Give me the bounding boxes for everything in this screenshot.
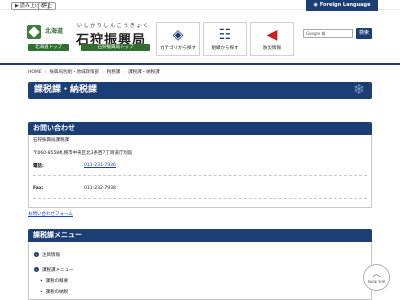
breadcrumb-separator: ›: [101, 70, 104, 75]
bullet-dot-icon: •: [40, 279, 43, 284]
speaker-icon: ▶: [15, 3, 19, 9]
fax-number: 011-232-7938: [84, 186, 116, 191]
nav-disaster-label: 防災情報: [263, 46, 281, 51]
org-chart-icon: ☷: [218, 27, 232, 43]
snowflake-icon: ❄: [353, 82, 365, 98]
office-name-ruby: いしかりしんこうきょく: [77, 23, 150, 29]
breadcrumb-separator: ›: [123, 70, 126, 75]
nav-organization-search[interactable]: ☷ 組織から探す: [203, 22, 247, 56]
menu-item-label: 課税課メニュー: [42, 268, 74, 273]
globe-icon: ◉: [313, 2, 318, 8]
menu-item-notice[interactable]: › 注目情報: [34, 252, 60, 258]
inquiry-form-link[interactable]: お問い合わせフォーム: [28, 211, 73, 217]
chevron-up-icon: ︿: [372, 269, 381, 278]
bullet-dot-icon: •: [40, 290, 43, 295]
menu-subitem-label: 課税の概要: [45, 279, 69, 284]
stop-label: 停止: [42, 3, 53, 9]
nav-category-label: カテゴリから探す: [160, 46, 196, 51]
chevron-right-icon: ›: [34, 252, 39, 257]
hokkaido-top-button[interactable]: 北海道トップ: [28, 44, 69, 51]
foreign-language-label: Foreign Language: [319, 2, 371, 8]
menu-item-tax-menu[interactable]: › 課税課メニュー: [34, 267, 74, 273]
fax-label: Fax:: [33, 186, 44, 191]
nav-category-search[interactable]: ◈ カテゴリから探す: [156, 22, 200, 56]
megaphone-icon: ◀: [266, 27, 278, 43]
breadcrumb-separator: ›: [44, 70, 47, 75]
divider: [33, 175, 367, 176]
search-input[interactable]: Google 検: [303, 29, 353, 38]
contact-org: 石狩振興局課税課: [33, 138, 69, 143]
chevron-right-icon: ›: [34, 267, 39, 272]
contact-heading: お問い合わせ: [28, 122, 372, 135]
hokkaido-crest-icon: [27, 25, 41, 39]
office-top-button[interactable]: 石狩振興局トップ: [81, 44, 150, 51]
breadcrumb-home[interactable]: HOME: [28, 70, 42, 75]
menu-subitem-label: 課税の納税: [45, 290, 69, 295]
menu-subitem-overview[interactable]: • 課税の概要: [40, 278, 68, 284]
page-title: 課税課・納税課: [34, 85, 98, 95]
prefecture-name: 北海道: [45, 28, 64, 35]
breadcrumb-current: 課税課・納税課: [128, 70, 160, 75]
contact-address: 〒060-8558札幌市中央区北3条西7丁目道庁別館: [33, 151, 133, 156]
divider: [33, 198, 367, 199]
nav-disaster-info[interactable]: ◀ 防災情報: [250, 22, 294, 56]
tag-icon: ◈: [172, 27, 184, 43]
breadcrumb-item[interactable]: 税務課: [107, 70, 121, 75]
search-button[interactable]: 検索: [356, 28, 372, 39]
tel-link[interactable]: 011-231-7936: [84, 163, 116, 168]
page-title-bar: 課税課・納税課 ❄: [28, 82, 372, 99]
menu-subitem-payment[interactable]: • 課税の納税: [40, 289, 68, 295]
page-top-button[interactable]: ︿ PAGE TOP: [363, 264, 390, 291]
menu-item-label: 注目情報: [42, 253, 60, 258]
menu-panel: › 注目情報 › 課税課メニュー • 課税の概要 • 課税の納税: [28, 242, 372, 300]
nav-organization-label: 組織から探す: [211, 46, 239, 51]
header-divider: [0, 63, 400, 65]
stop-button[interactable]: 停止: [38, 2, 57, 10]
foreign-language-button[interactable]: ◉ Foreign Language: [306, 0, 378, 11]
tel-label: 電話:: [33, 164, 44, 169]
breadcrumb-item[interactable]: 振興局別組・地域政策部: [49, 70, 99, 75]
page-top-label: PAGE TOP: [367, 280, 386, 284]
menu-heading: 課税課メニュー: [28, 229, 372, 242]
contact-panel: 石狩振興局課税課 〒060-8558札幌市中央区北3条西7丁目道庁別館 電話: …: [28, 135, 372, 208]
breadcrumb: HOME › 振興局別組・地域政策部 › 税務課 › 課税課・納税課: [28, 69, 160, 75]
